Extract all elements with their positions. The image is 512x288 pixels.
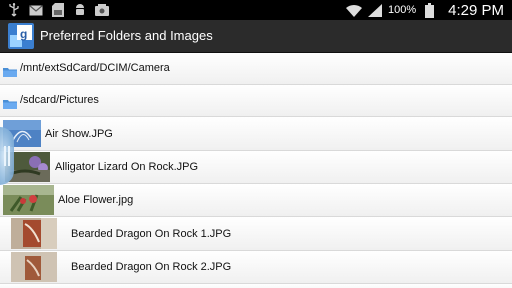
battery-percent: 100%: [387, 4, 417, 16]
list-item-image[interactable]: Aloe Flower.jpg: [0, 184, 512, 217]
clock: 4:29 PM: [448, 1, 504, 19]
list-item-image[interactable]: [0, 284, 512, 288]
list-item-image[interactable]: Alligator Lizard On Rock.JPG: [0, 151, 512, 184]
image-name: Alligator Lizard On Rock.JPG: [55, 161, 199, 173]
android-icon: [72, 2, 88, 18]
status-bar: 100% 4:29 PM: [0, 0, 512, 20]
page-title: Preferred Folders and Images: [40, 28, 213, 43]
battery-icon: [421, 2, 437, 18]
image-thumbnail: [11, 252, 57, 282]
scroll-grip-line: [8, 146, 10, 166]
list-item-image[interactable]: Air Show.JPG: [0, 117, 512, 151]
list-item-image[interactable]: Bearded Dragon On Rock 2.JPG: [0, 251, 512, 284]
folder-path: /mnt/extSdCard/DCIM/Camera: [20, 62, 170, 74]
email-icon: [28, 2, 44, 18]
svg-text:g: g: [20, 27, 27, 41]
image-thumbnail: [11, 218, 57, 249]
fast-scroll-handle[interactable]: [0, 127, 14, 185]
image-name: Air Show.JPG: [45, 128, 113, 140]
signal-icon: [367, 2, 383, 18]
image-thumbnail: [5, 284, 45, 288]
list-item-folder[interactable]: /mnt/extSdCard/DCIM/Camera: [0, 53, 512, 85]
image-thumbnail: [3, 185, 54, 215]
image-name: Aloe Flower.jpg: [58, 194, 134, 206]
sd-card-icon: [94, 2, 110, 18]
usb-icon: [6, 2, 22, 18]
folder-icon: [3, 96, 17, 109]
list-item-image[interactable]: Bearded Dragon On Rock 1.JPG: [0, 217, 512, 251]
file-list: /mnt/extSdCard/DCIM/Camera /sdcard/Pictu…: [0, 53, 512, 288]
app-icon[interactable]: g: [8, 23, 34, 49]
sd-card-icon: [50, 2, 66, 18]
scroll-grip-line: [4, 146, 6, 166]
title-bar: g Preferred Folders and Images: [0, 20, 512, 53]
wifi-icon: [345, 2, 362, 18]
image-name: Bearded Dragon On Rock 2.JPG: [71, 261, 232, 273]
status-icons: 100% 4:29 PM: [345, 1, 504, 19]
folder-path: /sdcard/Pictures: [20, 94, 99, 106]
list-item-folder[interactable]: /sdcard/Pictures: [0, 85, 512, 117]
folder-icon: [3, 64, 17, 77]
image-name: Bearded Dragon On Rock 1.JPG: [71, 228, 232, 240]
notification-icons: [6, 2, 110, 18]
